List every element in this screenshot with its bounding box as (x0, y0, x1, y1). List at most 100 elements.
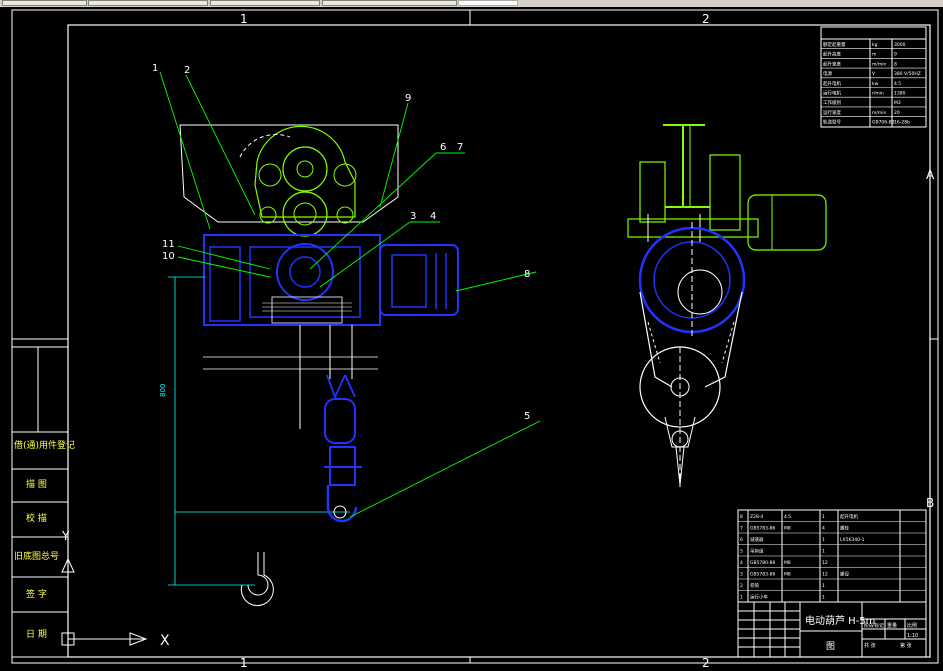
inner-frame (67, 24, 931, 658)
tech-cell: V (872, 71, 876, 77)
sidebar-item-2: 校 描 (26, 512, 47, 524)
tech-cell: 4.5 (894, 81, 901, 87)
balloon-2: 2 (184, 65, 190, 76)
parts-cell: 12 (822, 572, 828, 578)
tab-2[interactable] (88, 0, 208, 6)
parts-cell: 6 (740, 537, 743, 543)
balloon-8: 8 (524, 269, 530, 280)
balloon-5: 5 (524, 411, 530, 422)
parts-cell: Z28-4 (750, 514, 763, 520)
tech-cell: 起升电机 (823, 80, 841, 87)
parts-cell: M8 (784, 526, 791, 532)
tech-cell: 9 (894, 52, 897, 58)
balloon-4: 4 (430, 211, 436, 222)
parts-cell: 1 (822, 537, 825, 543)
parts-cell: 卷筒 (750, 582, 759, 589)
balloon-7: 7 (457, 142, 463, 153)
parts-cell: GB5783-86 (750, 572, 776, 578)
tab-5[interactable] (458, 0, 518, 6)
parts-cell: 1 (740, 595, 743, 601)
parts-cell: M8 (784, 560, 791, 566)
tech-cell: 1380 (894, 91, 906, 97)
parts-cell: 螺栓 (840, 525, 849, 532)
sidebar-item-4: 签 字 (26, 588, 47, 600)
ucs-y-label: Y (61, 529, 70, 543)
tech-cell: 运行速度 (823, 109, 841, 116)
tech-cell: r/min (872, 91, 884, 97)
parts-cell: LX5K340-1 (840, 537, 865, 543)
zone-mark-col2: 2 (702, 12, 710, 26)
sidebar-panel: 借(通)用件登记 描 图 校 描 旧底图总号 签 字 日 期 (11, 346, 75, 658)
tech-cell: 额定起重量 (823, 41, 846, 48)
sidebar-item-0: 借(通)用件登记 (14, 439, 75, 451)
parts-cell: M8 (784, 572, 791, 578)
tech-cell: m (872, 53, 876, 58)
parts-cell: 4.5 (784, 514, 791, 520)
tb-cell-0: 阶段标记 (864, 622, 884, 629)
parts-cell: 3 (740, 572, 743, 578)
tech-cell: 轨道型号 (823, 119, 841, 126)
balloon-labels: 1 2 9 6 7 3 4 11 10 8 5 (152, 63, 530, 422)
tb-cell-1: 重量 (887, 622, 897, 629)
tb-cell-5: 第 张 (900, 642, 912, 649)
zone-mark-col1-bottom: 1 (240, 656, 248, 667)
tab-3[interactable] (210, 0, 320, 6)
title-block-sub: 图 (826, 641, 835, 652)
ucs-x-label: X (160, 633, 170, 649)
parts-cell: GB5783-86 (750, 526, 776, 532)
parts-cell: 8 (740, 514, 743, 520)
tech-cell: 8 (894, 61, 897, 67)
tech-cell: 电源 (823, 70, 832, 77)
balloon-1: 1 (152, 63, 158, 74)
parts-cell: 1 (822, 549, 825, 555)
sidebar-item-3: 旧底图总号 (14, 550, 59, 562)
front-view: 800 (159, 124, 459, 607)
sidebar-item-1: 描 图 (26, 478, 47, 490)
tech-cell: 20 (894, 110, 900, 116)
cad-viewport[interactable]: 1 2 1 2 A B 额定起重量 kg 3000 起升高度 m 9 起升速度 m/min 8 电… (0, 7, 943, 670)
ucs-icon (61, 542, 148, 646)
parts-cell: 12 (822, 560, 828, 566)
tb-cell-2: 比例 (907, 622, 917, 629)
tech-cell: GB706-88 (872, 120, 895, 126)
tab-1[interactable] (2, 0, 87, 6)
tech-cell: kg (872, 42, 878, 48)
outer-frame (11, 9, 939, 664)
parts-cell: 5 (740, 549, 743, 555)
parts-cell: 1 (822, 583, 825, 589)
tech-cell: 16-28b (894, 120, 910, 126)
tab-bar (0, 0, 943, 7)
tech-cell: 工作级别 (823, 99, 841, 106)
parts-cell: 运行小车 (750, 594, 768, 601)
tech-cell: 起升高度 (823, 51, 841, 58)
title-block: 电动葫芦 H-5m 图 阶段标记 重量 比例 1:10 共 张 第 张 (737, 601, 927, 658)
balloon-10: 10 (162, 251, 175, 262)
tech-cell: 380 V/50HZ (894, 71, 921, 77)
parts-cell: 起升电机 (840, 513, 858, 520)
tech-cell: kw (872, 81, 879, 87)
balloon-9: 9 (405, 93, 411, 104)
balloon-11: 11 (162, 239, 175, 250)
parts-cell: 吊钩组 (750, 548, 764, 555)
parts-cell: 4 (740, 560, 743, 566)
tech-cell: 3000 (894, 42, 906, 48)
tech-spec-table: 额定起重量 kg 3000 起升高度 m 9 起升速度 m/min 8 电源 V 380 V/50HZ… (820, 26, 927, 128)
tech-cell: 运行电机 (823, 90, 841, 97)
tab-4[interactable] (322, 0, 457, 6)
tb-cell-3: 1:10 (907, 633, 918, 639)
leader-lines (159, 71, 541, 518)
parts-cell: 7 (740, 526, 743, 532)
zone-mark-row-b: B (926, 496, 934, 510)
parts-cell: 2 (740, 583, 743, 589)
side-view (627, 124, 827, 487)
tech-cell: M3 (894, 100, 901, 106)
parts-cell: 螺母 (840, 571, 849, 578)
zone-mark-col2-bottom: 2 (702, 656, 710, 667)
parts-cell: 1 (822, 595, 825, 601)
tb-cell-4: 共 张 (864, 642, 876, 649)
parts-list: 8 Z28-4 4.5 1 起升电机 7 GB5783-86 M8 4 螺栓 6 减速器 1 LX5K34… (737, 509, 927, 603)
balloon-3: 3 (410, 211, 416, 222)
balloon-6: 6 (440, 142, 446, 153)
zone-mark-col1: 1 (240, 12, 248, 26)
tech-cell: m/min (872, 61, 887, 67)
